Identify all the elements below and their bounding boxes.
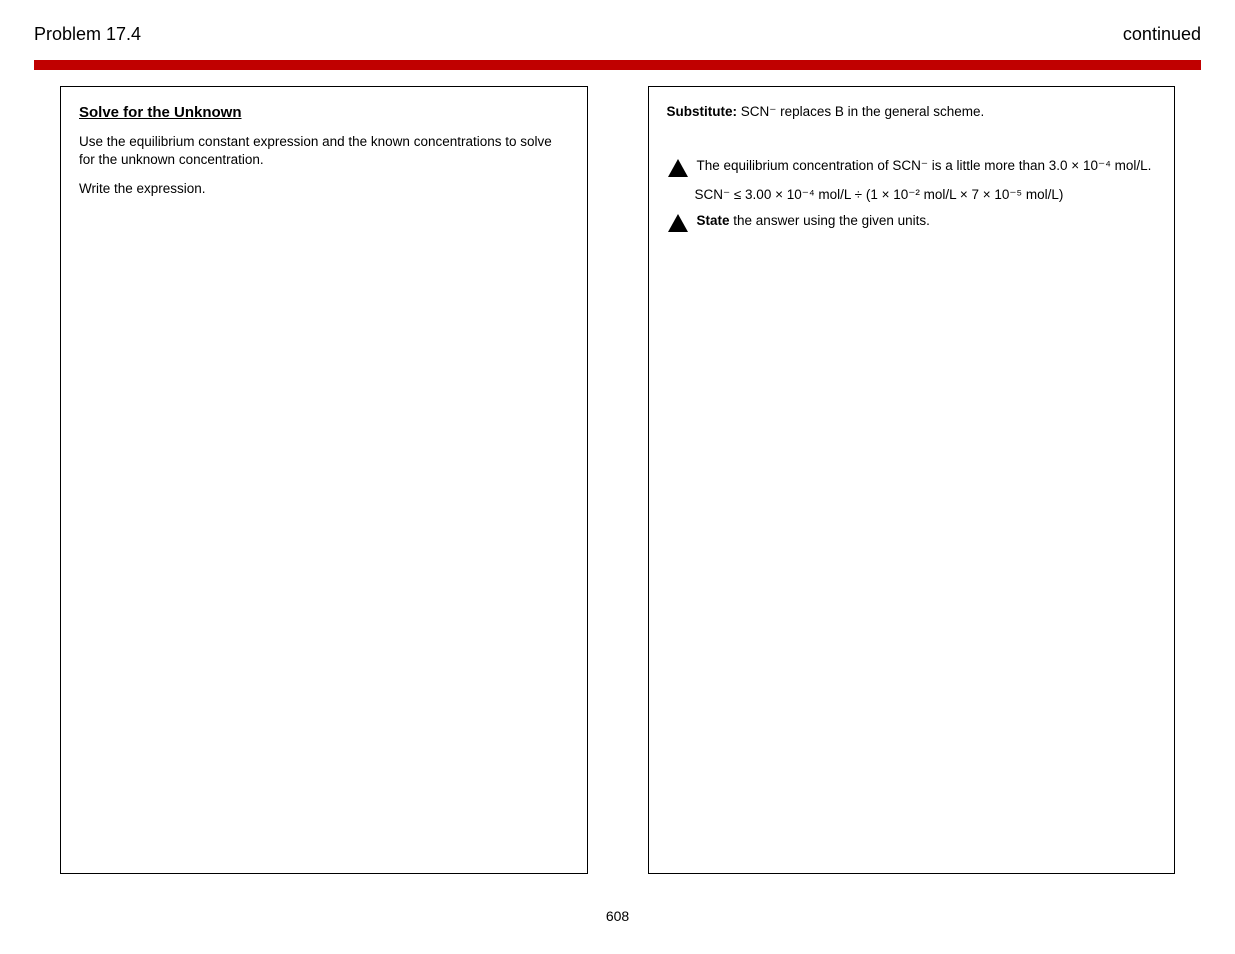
- page-number: 608: [0, 908, 1235, 924]
- right-b3-text: State the answer using the given units.: [697, 212, 1157, 230]
- right-b2-rest: 3.00 × 10⁻⁴ mol/L ÷ (1 × 10⁻² mol/L × 7 …: [745, 187, 1063, 202]
- header-left: Problem 17.4: [34, 24, 141, 45]
- triangle-up-icon: [667, 158, 689, 178]
- right-b2-prefix: SCN⁻ ≤: [695, 187, 746, 202]
- right-bullet-1: The equilibrium concentration of SCN⁻ is…: [667, 157, 1157, 178]
- right-bullet-3: State the answer using the given units.: [667, 212, 1157, 233]
- red-rule: [34, 60, 1201, 70]
- right-p1-label: Substitute:: [667, 104, 741, 119]
- right-column: Substitute: SCN⁻ replaces B in the gener…: [648, 86, 1176, 874]
- left-heading: Solve for the Unknown: [79, 103, 569, 123]
- columns: Solve for the Unknown Use the equilibriu…: [60, 86, 1175, 874]
- right-b1-prefix: The: [697, 158, 724, 173]
- right-p1: Substitute: SCN⁻ replaces B in the gener…: [667, 103, 1157, 121]
- page: Problem 17.4 continued Solve for the Unk…: [0, 0, 1235, 954]
- right-b3-rest: the answer using the given units.: [733, 213, 930, 228]
- left-column: Solve for the Unknown Use the equilibriu…: [60, 86, 588, 874]
- right-b3-prefix: State: [697, 213, 730, 228]
- right-bullet-2: SCN⁻ ≤ 3.00 × 10⁻⁴ mol/L ÷ (1 × 10⁻² mol…: [695, 186, 1157, 204]
- left-p1: Use the equilibrium constant expression …: [79, 133, 569, 169]
- right-p1-rest: SCN⁻ replaces B in the general scheme.: [741, 104, 985, 119]
- triangle-up-icon: [667, 213, 689, 233]
- left-p2: Write the expression.: [79, 180, 569, 198]
- header-row: Problem 17.4 continued: [34, 24, 1201, 45]
- right-b1-text: The equilibrium concentration of SCN⁻ is…: [697, 157, 1157, 175]
- right-b1-rest: equilibrium concentration of SCN⁻ is a l…: [724, 158, 1152, 173]
- right-b2-text: SCN⁻ ≤ 3.00 × 10⁻⁴ mol/L ÷ (1 × 10⁻² mol…: [695, 186, 1157, 204]
- left-p2-label: Write the expression.: [79, 181, 206, 196]
- header-right: continued: [1123, 24, 1201, 45]
